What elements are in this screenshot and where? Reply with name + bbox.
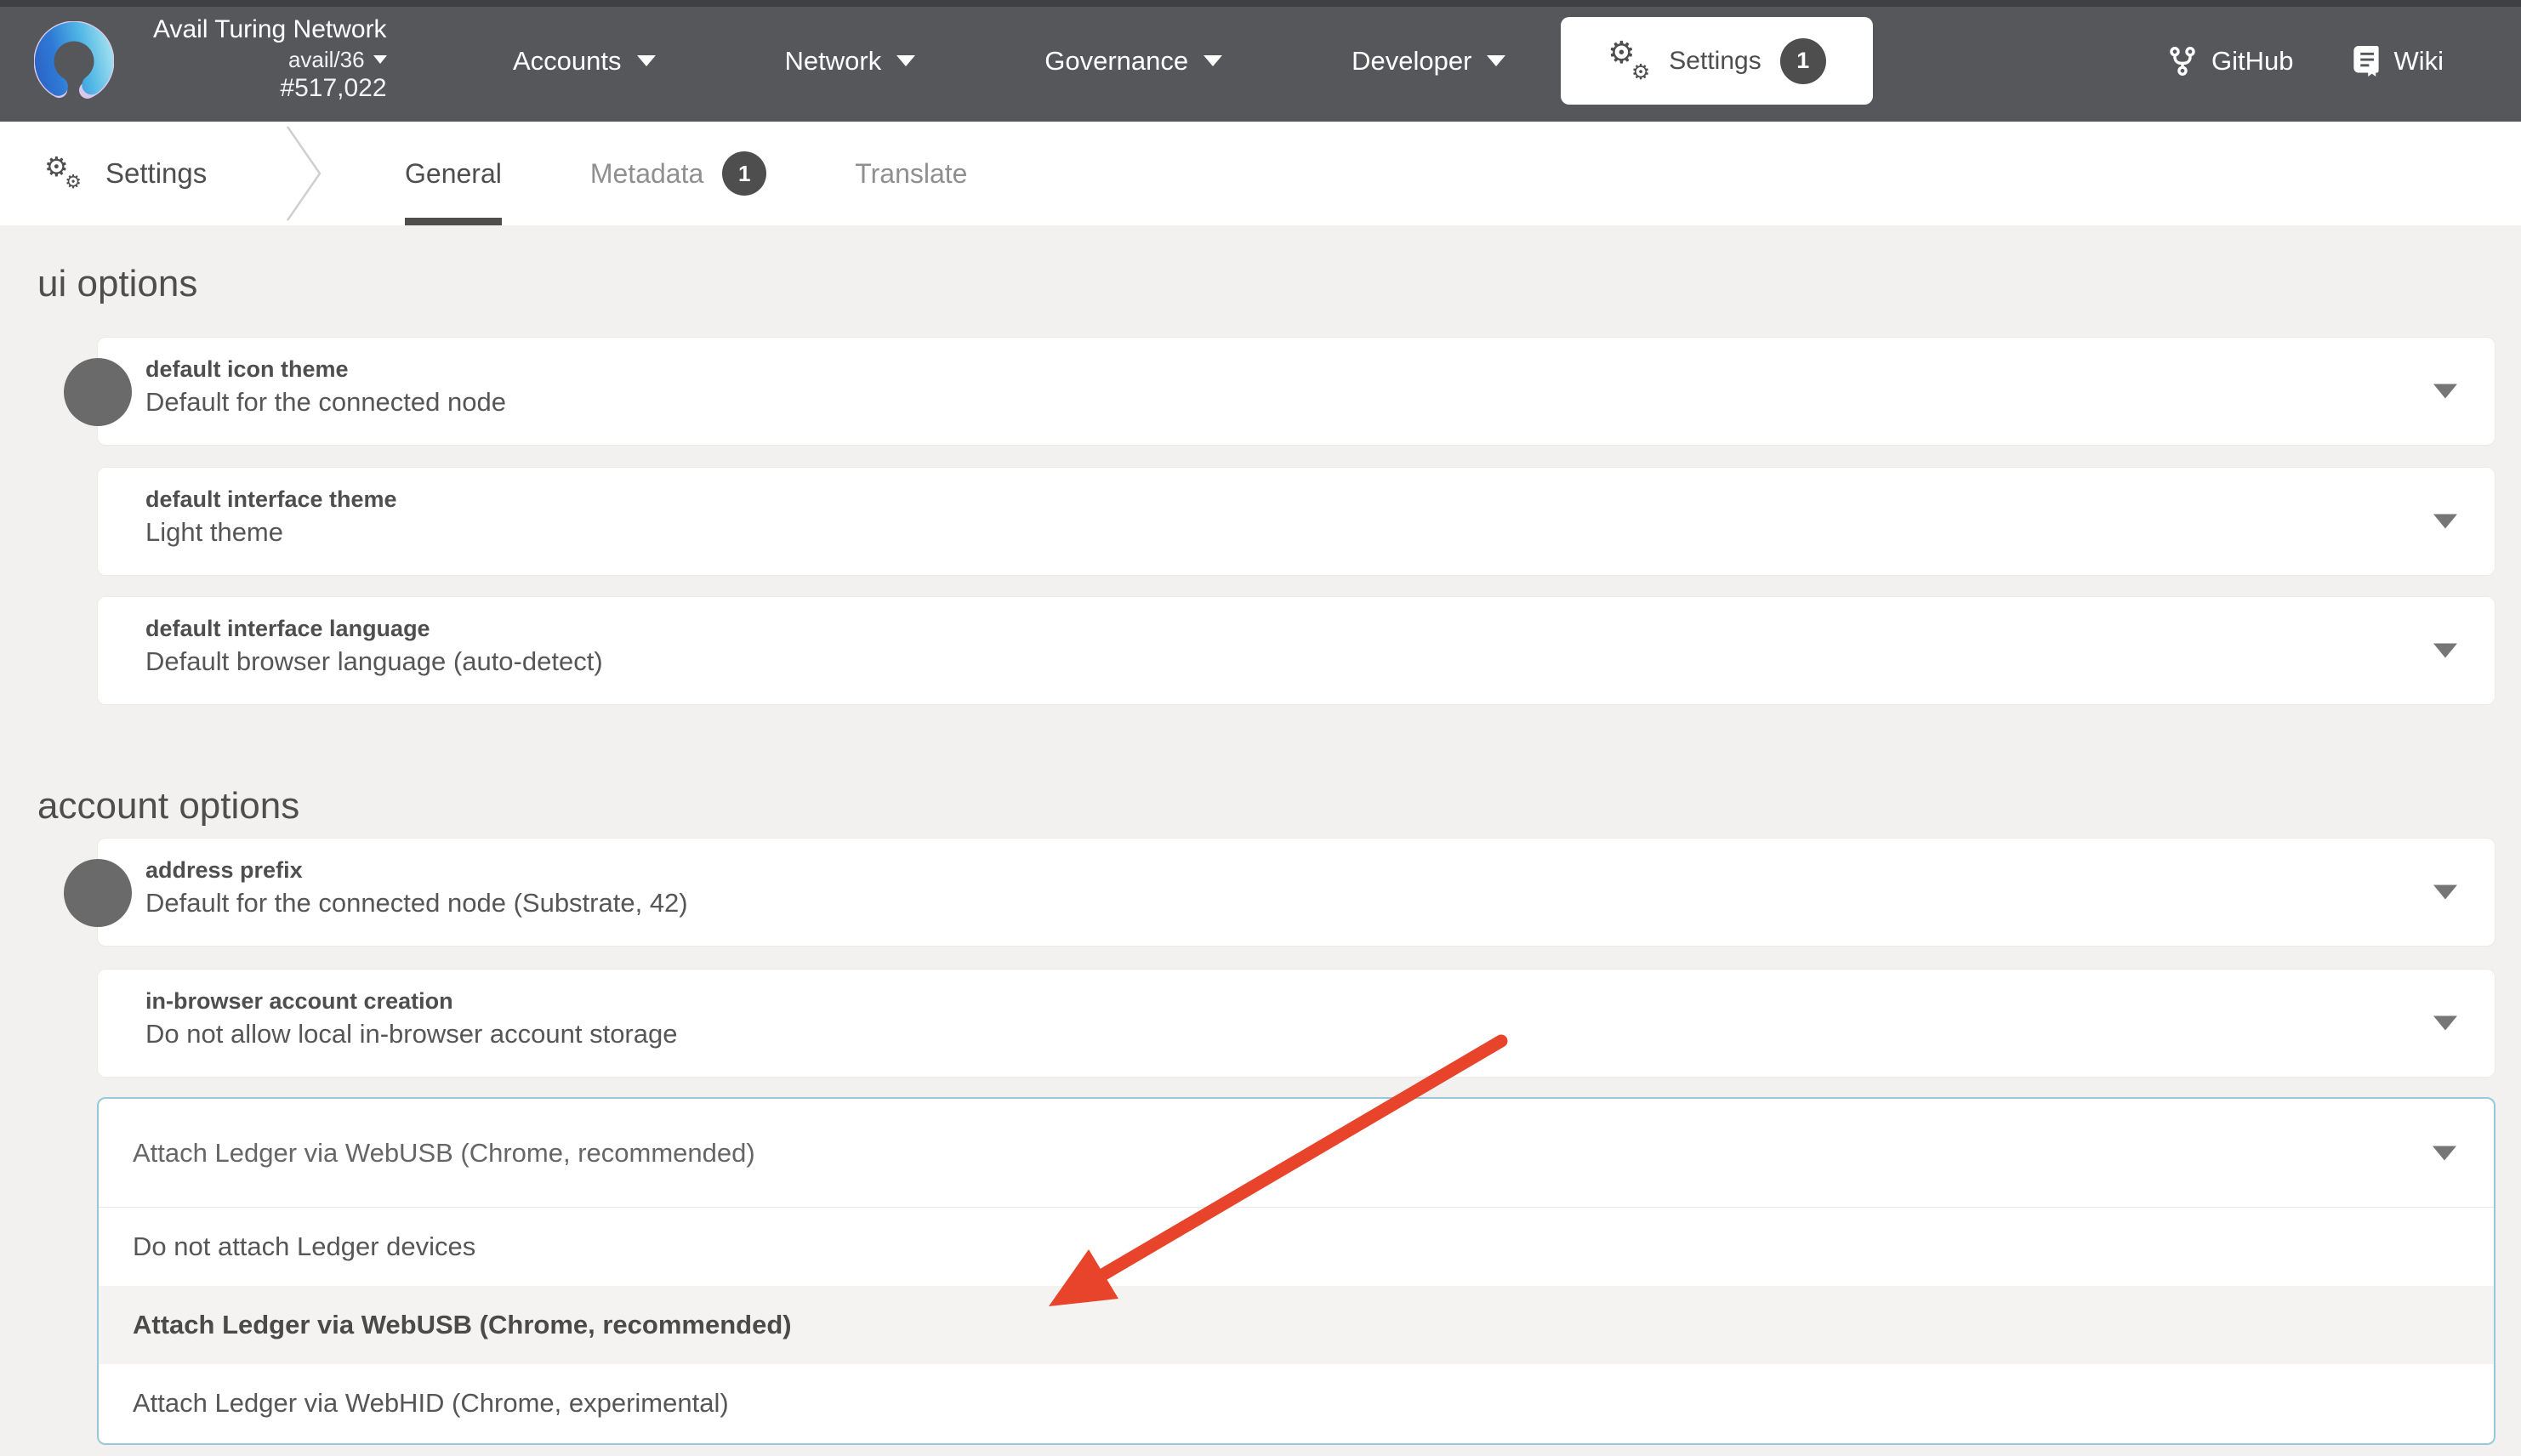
select-label: in-browser account creation [145, 987, 2495, 1015]
github-label: GitHub [2211, 46, 2293, 77]
github-link[interactable]: GitHub [2167, 46, 2293, 77]
ledger-connection-select[interactable]: Attach Ledger via WebUSB (Chrome, recomm… [97, 1097, 2495, 1445]
nav-label: Governance [1044, 46, 1188, 77]
select-label: default interface language [145, 614, 2495, 643]
settings-content: ui options default icon theme Default fo… [0, 225, 2521, 1456]
identicon-placeholder [64, 358, 132, 426]
nav-label: Accounts [513, 46, 622, 77]
caret-down-icon [2433, 384, 2457, 399]
tab-bar: ⚙⚙ Settings General Metadata 1 Translate [0, 122, 2521, 225]
select-in-browser-account-creation[interactable]: in-browser account creation Do not allow… [97, 969, 2495, 1078]
tab-metadata[interactable]: Metadata 1 [590, 122, 766, 225]
chevron-down-icon [896, 55, 915, 66]
nav-item-network[interactable]: Network [785, 46, 916, 77]
wiki-book-icon [2353, 46, 2380, 77]
tab-general[interactable]: General [405, 122, 502, 225]
nav-item-governance[interactable]: Governance [1044, 46, 1222, 77]
select-default-icon-theme[interactable]: default icon theme Default for the conne… [97, 337, 2495, 446]
ledger-option-do-not-attach[interactable]: Do not attach Ledger devices [99, 1208, 2494, 1286]
avail-logo[interactable] [34, 21, 114, 101]
ledger-options-menu: Do not attach Ledger devices Attach Ledg… [99, 1208, 2494, 1442]
ledger-selected-row[interactable]: Attach Ledger via WebUSB (Chrome, recomm… [99, 1099, 2494, 1208]
select-default-interface-theme[interactable]: default interface theme Light theme [97, 467, 2495, 576]
select-address-prefix[interactable]: address prefix Default for the connected… [97, 838, 2495, 947]
chevron-down-icon [373, 55, 387, 64]
select-value: Light theme [145, 514, 2495, 551]
ledger-option-webhid[interactable]: Attach Ledger via WebHID (Chrome, experi… [99, 1364, 2494, 1442]
section-heading-ui-options: ui options [37, 263, 197, 306]
select-value: Default for the connected node (Substrat… [145, 884, 2495, 922]
select-value: Do not allow local in-browser account st… [145, 1015, 2495, 1053]
settings-button[interactable]: ⚙⚙ Settings 1 [1561, 17, 1873, 105]
chain-spec-selector[interactable]: avail/36 [288, 46, 387, 73]
settings-gears-icon: ⚙⚙ [1608, 42, 1650, 81]
network-name: Avail Turing Network [153, 14, 387, 46]
section-heading-account-options: account options [37, 785, 299, 828]
wiki-link[interactable]: Wiki [2353, 46, 2444, 77]
tab-label: Metadata [590, 158, 703, 190]
breadcrumb-chevron-icon [284, 122, 323, 225]
chevron-down-icon [1487, 55, 1505, 66]
nav-label: Developer [1352, 46, 1471, 77]
caret-down-icon [2433, 1016, 2457, 1031]
chevron-down-icon [1204, 55, 1222, 66]
caret-down-icon [2433, 515, 2457, 529]
select-value: Default browser language (auto-detect) [145, 643, 2495, 680]
ledger-option-webusb[interactable]: Attach Ledger via WebUSB (Chrome, recomm… [99, 1286, 2494, 1364]
top-links: GitHub Wiki [2167, 0, 2444, 122]
nav-item-developer[interactable]: Developer [1352, 46, 1505, 77]
settings-tabs: General Metadata 1 Translate [405, 122, 967, 225]
ledger-selected-value: Attach Ledger via WebUSB (Chrome, recomm… [133, 1138, 755, 1169]
block-number: #517,022 [280, 73, 386, 104]
select-label: address prefix [145, 856, 2495, 884]
topbar: Avail Turing Network avail/36 #517,022 A… [0, 0, 2521, 122]
nav-label: Network [785, 46, 882, 77]
tab-label: Translate [855, 158, 967, 190]
tab-label: General [405, 158, 502, 190]
avail-logo-icon [34, 21, 114, 101]
chain-spec-label: avail/36 [288, 46, 365, 73]
network-info: Avail Turing Network avail/36 #517,022 [153, 14, 387, 104]
select-default-interface-language[interactable]: default interface language Default brows… [97, 596, 2495, 705]
chevron-down-icon [637, 55, 656, 66]
metadata-badge: 1 [722, 151, 766, 196]
caret-down-icon [2433, 885, 2457, 900]
nav-item-accounts[interactable]: Accounts [513, 46, 656, 77]
tab-translate[interactable]: Translate [855, 122, 967, 225]
select-label: default icon theme [145, 355, 2495, 384]
breadcrumb-label: Settings [105, 157, 207, 190]
settings-badge: 1 [1780, 38, 1826, 84]
identicon-placeholder [64, 859, 132, 927]
settings-gear-icon: ⚙⚙ [44, 156, 82, 191]
github-fork-icon [2167, 46, 2198, 77]
breadcrumb-settings: ⚙⚙ Settings [44, 122, 207, 225]
select-value: Default for the connected node [145, 384, 2495, 421]
caret-down-icon [2433, 1146, 2456, 1160]
wiki-label: Wiki [2393, 46, 2444, 77]
caret-down-icon [2433, 644, 2457, 658]
top-navigation: Accounts Network Governance Developer [513, 0, 1505, 122]
settings-button-label: Settings [1669, 47, 1761, 76]
select-label: default interface theme [145, 485, 2495, 514]
